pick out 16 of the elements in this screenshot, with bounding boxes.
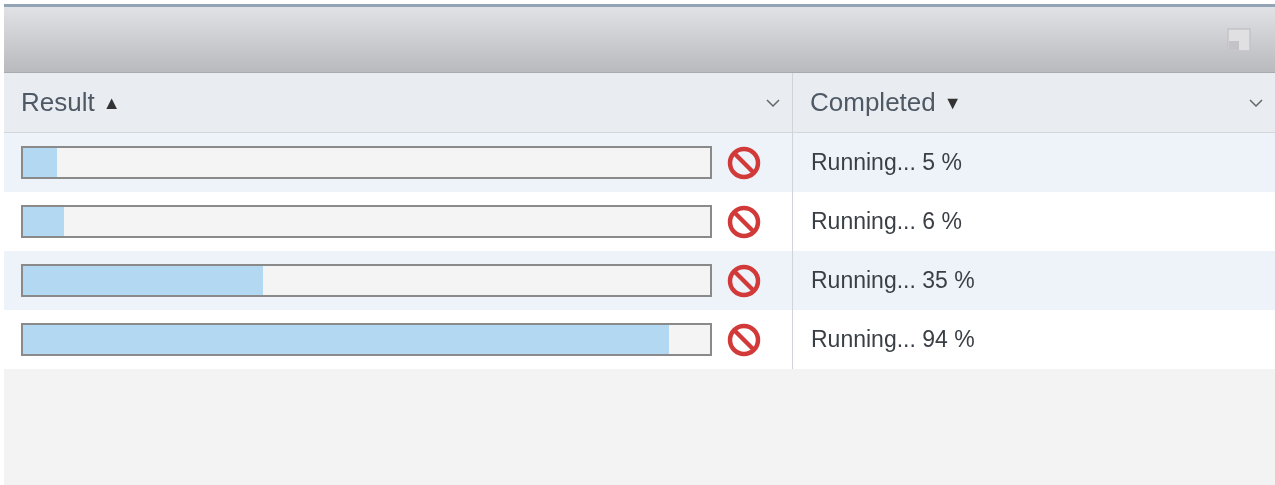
cancel-icon[interactable]	[726, 262, 762, 299]
column-title: Result	[21, 86, 95, 119]
sort-indicator: ▼	[943, 92, 962, 115]
cancel-icon[interactable]	[726, 321, 762, 358]
status-text: Running... 94 %	[811, 325, 975, 355]
status-text: Running... 35 %	[811, 266, 975, 296]
column-header[interactable]: Result ▲	[4, 73, 793, 132]
sort-indicator: ▲	[102, 92, 121, 115]
cancel-icon[interactable]	[726, 203, 762, 240]
status-text: Running... 6 %	[811, 207, 962, 237]
column-header[interactable]: Completed ▼	[793, 73, 1275, 132]
column-title: Completed	[810, 86, 936, 119]
status-text: Running... 5 %	[811, 148, 962, 178]
chevron-down-icon[interactable]	[766, 98, 780, 107]
cancel-icon[interactable]	[726, 144, 762, 181]
chevron-down-icon[interactable]	[1249, 98, 1263, 107]
